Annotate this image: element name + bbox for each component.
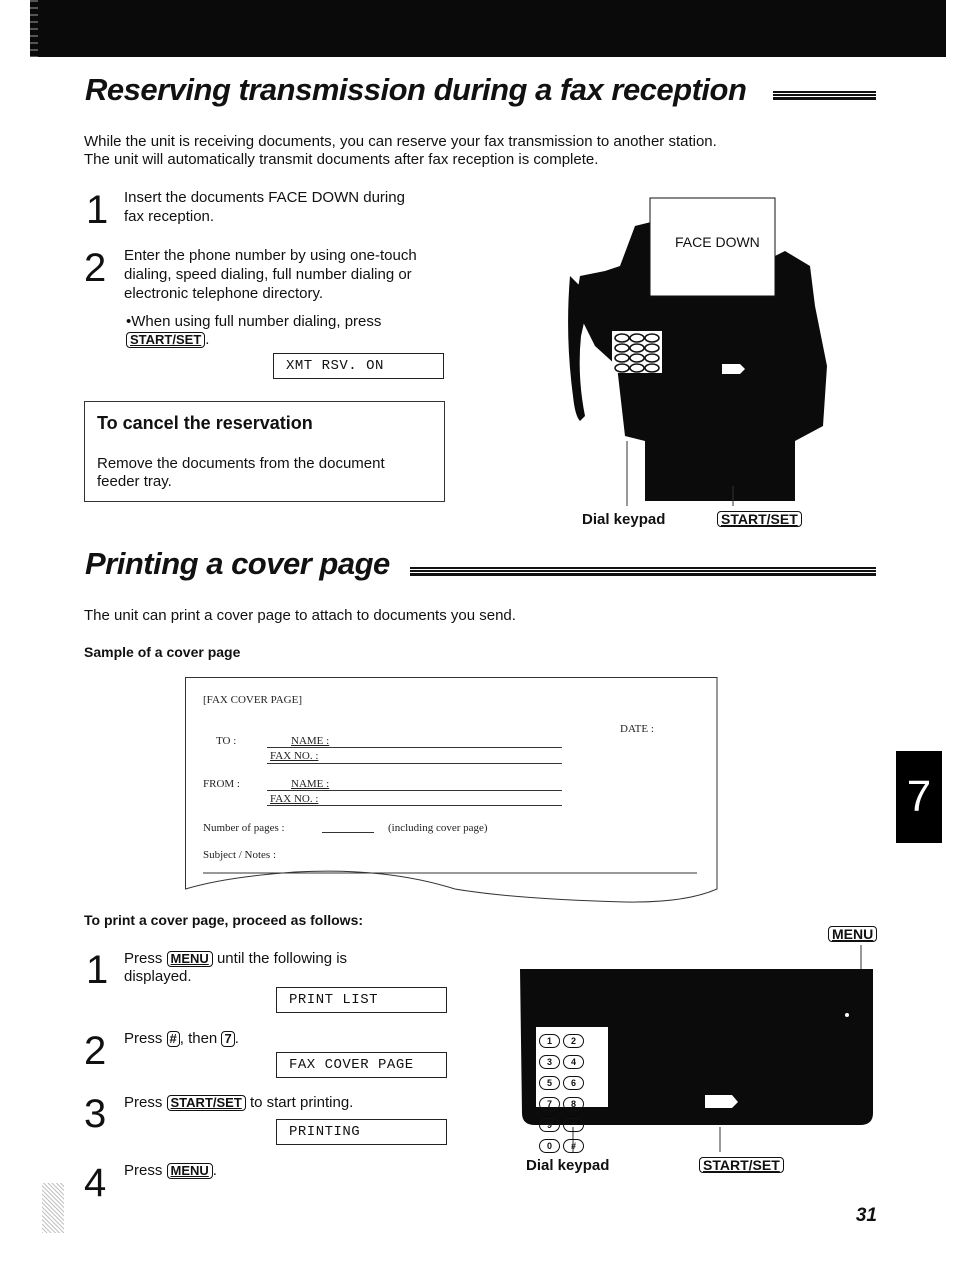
cancel-heading: To cancel the reservation	[97, 413, 313, 433]
keypad-key: 5	[539, 1076, 560, 1090]
sample-heading: Sample of a cover page	[84, 644, 241, 660]
face-down-label: FACE DOWN	[675, 234, 760, 250]
cover-intro: The unit can print a cover page to attac…	[84, 607, 516, 624]
title-rule	[410, 567, 876, 576]
step-text: electronic telephone directory.	[124, 285, 323, 302]
dial-keypad: 1 23 45 67 89 *0 #	[538, 1031, 608, 1157]
step-text-post: to start printing.	[249, 1094, 354, 1111]
start-set-key: START/SET	[126, 332, 206, 348]
fill-line	[267, 790, 562, 791]
lcd-display: XMT RSV. ON	[273, 353, 444, 379]
cover-from-faxno-label: FAX NO. :	[270, 793, 319, 805]
page-number: 31	[855, 1205, 877, 1226]
step-text-pre: Press	[124, 1094, 163, 1111]
header-band	[30, 0, 946, 57]
fill-line	[322, 832, 374, 833]
cover-pages-label: Number of pages :	[203, 822, 285, 834]
step-text: Enter the phone number by using one-touc…	[124, 247, 417, 264]
fill-line	[267, 805, 562, 806]
step-text: dialing, speed dialing, full number dial…	[124, 266, 412, 283]
keypad-key: 2	[563, 1034, 584, 1048]
step-text: Press START/SET to start printing.	[124, 1094, 353, 1112]
cover-header: [FAX COVER PAGE]	[203, 694, 303, 706]
menu-key: MENU	[166, 951, 213, 967]
step-text: Insert the documents FACE DOWN during	[124, 189, 405, 206]
punctuation: .	[205, 331, 210, 348]
step-number: 1	[86, 948, 109, 992]
section-title-reserving: Reserving transmission during a fax rece…	[85, 72, 747, 107]
dial-keypad-caption: Dial keypad	[582, 511, 666, 528]
step-text: displayed.	[124, 968, 192, 985]
cover-subject-label: Subject / Notes :	[203, 849, 277, 861]
cover-to-name-label: NAME :	[291, 735, 330, 747]
start-set-caption: START/SET	[717, 511, 802, 529]
cancel-text: feeder tray.	[97, 473, 172, 490]
keypad-key: 8	[563, 1097, 584, 1111]
title-rule	[773, 91, 876, 100]
cover-date-label: DATE :	[620, 723, 654, 735]
keypad-key: 6	[563, 1076, 584, 1090]
cancel-text: Remove the documents from the document	[97, 455, 385, 472]
step-text-pre: Press	[124, 1030, 163, 1047]
section-title-cover-page: Printing a cover page	[85, 546, 390, 581]
proceed-heading: To print a cover page, proceed as follow…	[84, 912, 364, 928]
keypad-key: 3	[539, 1055, 560, 1069]
step-text: Press MENU.	[124, 1162, 217, 1180]
menu-key: MENU	[828, 926, 878, 942]
fax-machine-illustration: FACE DOWN	[555, 196, 830, 516]
step-note: •When using full number dialing, press	[126, 313, 382, 330]
keypad-key: *	[563, 1118, 584, 1132]
intro-line-1: While the unit is receiving documents, y…	[84, 133, 717, 150]
intro-line-2: The unit will automatically transmit doc…	[84, 151, 599, 168]
step-number: 2	[84, 1029, 107, 1073]
step-number: 3	[84, 1092, 107, 1136]
cover-from-name-label: NAME :	[291, 778, 330, 790]
cover-to-faxno-label: FAX NO. :	[270, 750, 319, 762]
seven-key: 7	[221, 1031, 235, 1047]
menu-caption: MENU	[828, 926, 878, 944]
step-text: Press #, then 7.	[124, 1030, 239, 1048]
lcd-display: PRINT LIST	[276, 987, 447, 1013]
start-set-key: START/SET	[699, 1157, 784, 1173]
keypad-key: 0	[539, 1139, 560, 1153]
keypad-key: 9	[539, 1118, 560, 1132]
scan-noise	[42, 1183, 64, 1233]
step-number: 1	[86, 188, 109, 232]
step-text-post: until the following is	[216, 950, 348, 967]
punctuation: .	[212, 1162, 217, 1179]
keypad-key: 4	[563, 1055, 584, 1069]
lcd-display: PRINTING	[276, 1119, 447, 1145]
cover-page-sample: [FAX COVER PAGE] DATE : TO : NAME : FAX …	[185, 677, 718, 907]
cancel-reservation-box: To cancel the reservation Remove the doc…	[84, 401, 445, 502]
hash-key: #	[166, 1031, 180, 1047]
step-number: 2	[84, 246, 107, 290]
step-text-pre: Press	[124, 950, 163, 967]
keypad-key: #	[563, 1139, 584, 1153]
start-button-glyph	[705, 1095, 738, 1108]
cover-from-label: FROM :	[203, 778, 240, 790]
cover-page-outline	[185, 677, 718, 903]
scan-noise	[30, 0, 38, 57]
step-text-pre: Press	[124, 1162, 163, 1179]
step-text-mid: , then	[179, 1030, 218, 1047]
keypad-key: 1	[539, 1034, 560, 1048]
step-text: Press MENU until the following is	[124, 950, 347, 968]
chapter-tab: 7	[896, 751, 942, 843]
fill-line	[267, 763, 562, 764]
menu-key: MENU	[166, 1163, 213, 1179]
fill-line	[267, 747, 562, 748]
cover-to-label: TO :	[216, 735, 237, 747]
step-note-key-line: START/SET.	[126, 331, 209, 349]
step-number: 4	[84, 1161, 107, 1205]
start-set-key: START/SET	[166, 1095, 246, 1111]
keypad-key: 7	[539, 1097, 560, 1111]
punctuation: .	[234, 1030, 239, 1047]
control-panel-illustration: 1 23 45 67 89 *0 #	[520, 945, 875, 1155]
start-set-caption: START/SET	[699, 1157, 784, 1175]
start-set-key: START/SET	[717, 511, 802, 527]
dial-keypad-caption: Dial keypad	[526, 1157, 610, 1174]
cover-pages-note: (including cover page)	[388, 822, 488, 834]
lcd-display: FAX COVER PAGE	[276, 1052, 447, 1078]
step-text: fax reception.	[124, 208, 215, 225]
